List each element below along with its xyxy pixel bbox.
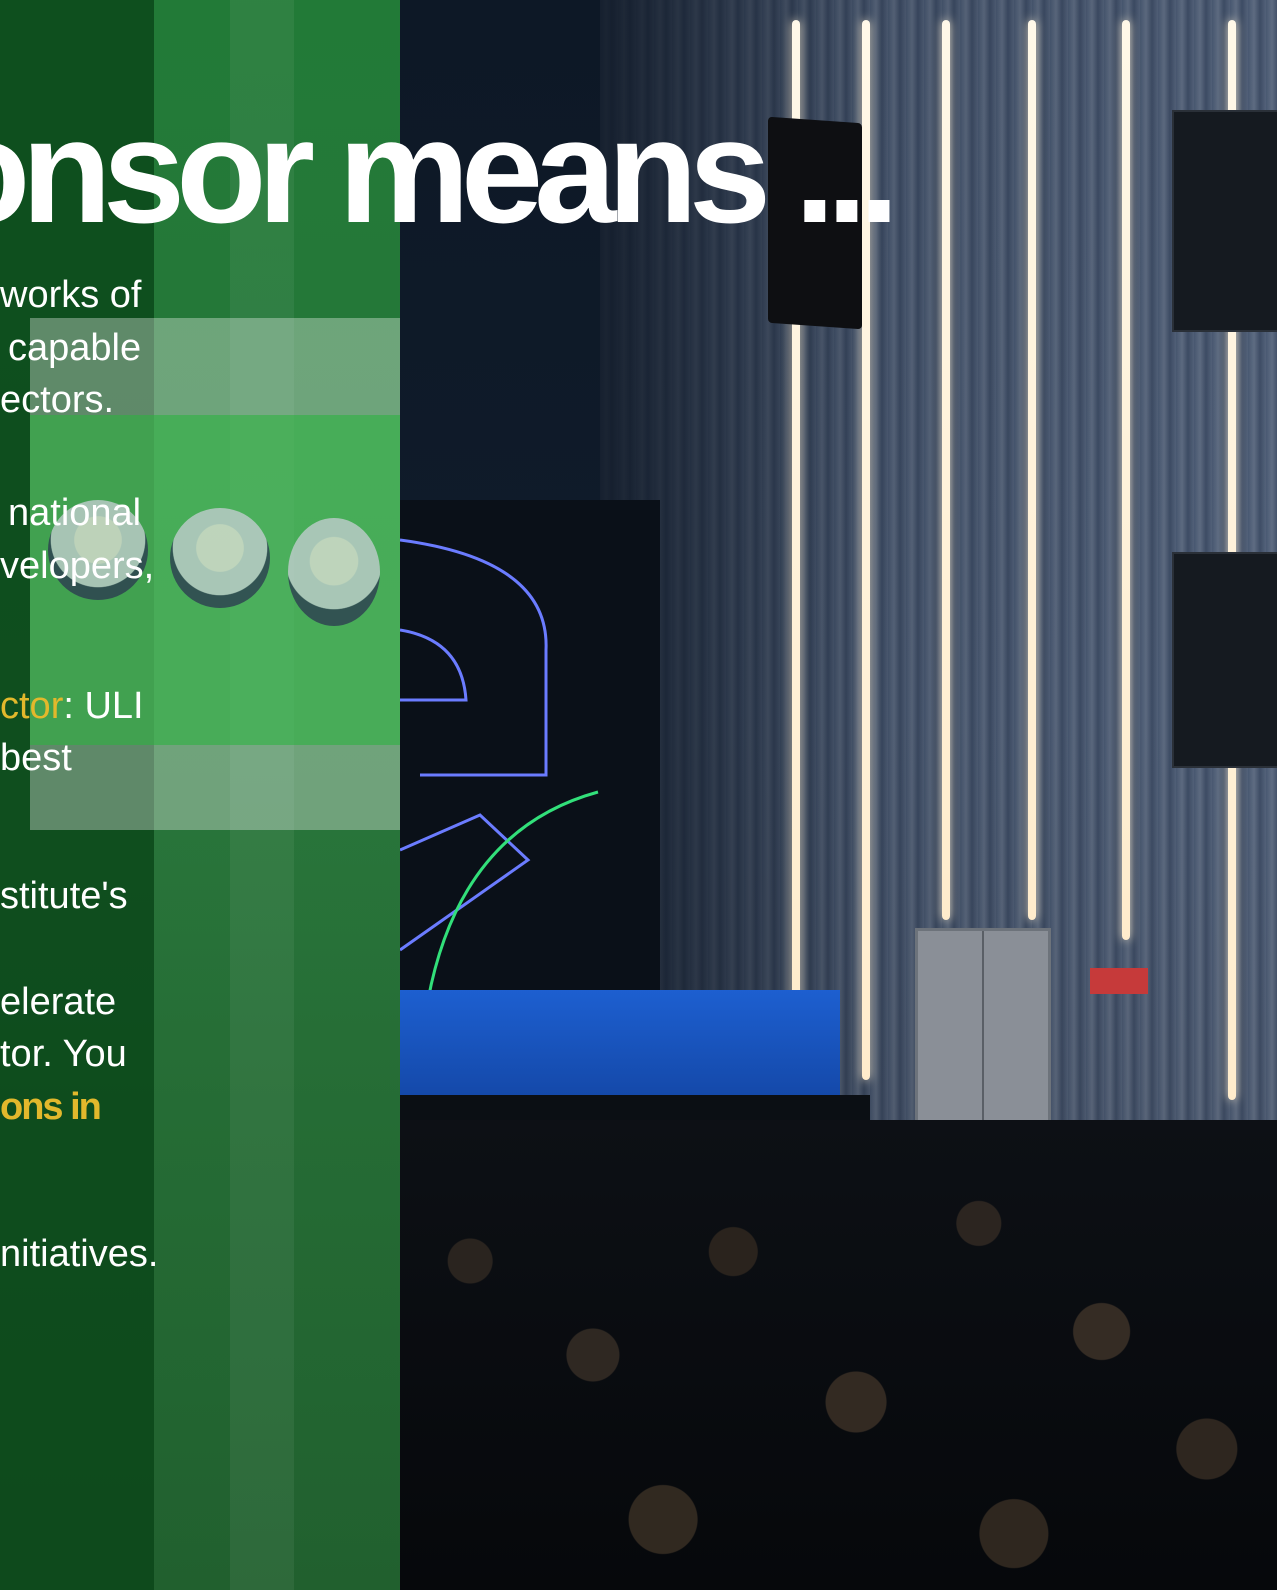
body-text: tor. You (0, 1033, 127, 1075)
body-text: stitute's (0, 875, 128, 917)
wall-monitor (1172, 110, 1277, 332)
body-line-10: tor. You (0, 1035, 127, 1073)
wall-light-strip (1028, 20, 1036, 920)
body-line-3: ectors. (0, 381, 114, 419)
stage-floor (400, 990, 840, 1100)
exit-door (915, 928, 1051, 1134)
exit-sign (1090, 968, 1148, 994)
wall-light-strip (942, 20, 950, 920)
highlight-text: ctor (0, 685, 64, 727)
body-text: best (0, 737, 72, 779)
wall-monitor (1172, 552, 1277, 768)
body-text: national (8, 492, 142, 534)
body-line-11: ons in (0, 1086, 102, 1128)
highlight-text: ons in (0, 1086, 102, 1128)
speaker-headshot (170, 508, 270, 608)
body-line-1: works of (0, 276, 141, 314)
body-line-12: nitiatives. (0, 1235, 158, 1273)
body-line-7: best (0, 739, 72, 777)
slide-title: onsor means ... (0, 89, 900, 254)
body-text: : ULI (63, 685, 144, 727)
neon-green-arc (426, 790, 599, 1001)
neon-e-bar (400, 628, 468, 702)
neon-e-outline (400, 538, 548, 777)
body-text: ectors. (0, 379, 115, 421)
body-text: velopers, (0, 545, 155, 587)
wall-light-strip (1122, 20, 1130, 940)
speaker-headshot (288, 518, 380, 626)
body-line-8: stitute's (0, 877, 128, 915)
neon-e-tail (400, 813, 531, 952)
body-line-2: capable (8, 329, 141, 367)
body-text: elerate (0, 981, 117, 1023)
neon-logo (400, 538, 599, 1001)
body-line-4: national (8, 494, 141, 532)
body-text: works of (0, 274, 142, 316)
audience (400, 1120, 1277, 1590)
body-text: nitiatives. (0, 1233, 159, 1275)
body-text: capable (8, 327, 142, 369)
body-line-5: velopers, (0, 547, 154, 585)
body-line-9: elerate (0, 983, 116, 1021)
body-line-6: ctor: ULI (0, 687, 144, 725)
